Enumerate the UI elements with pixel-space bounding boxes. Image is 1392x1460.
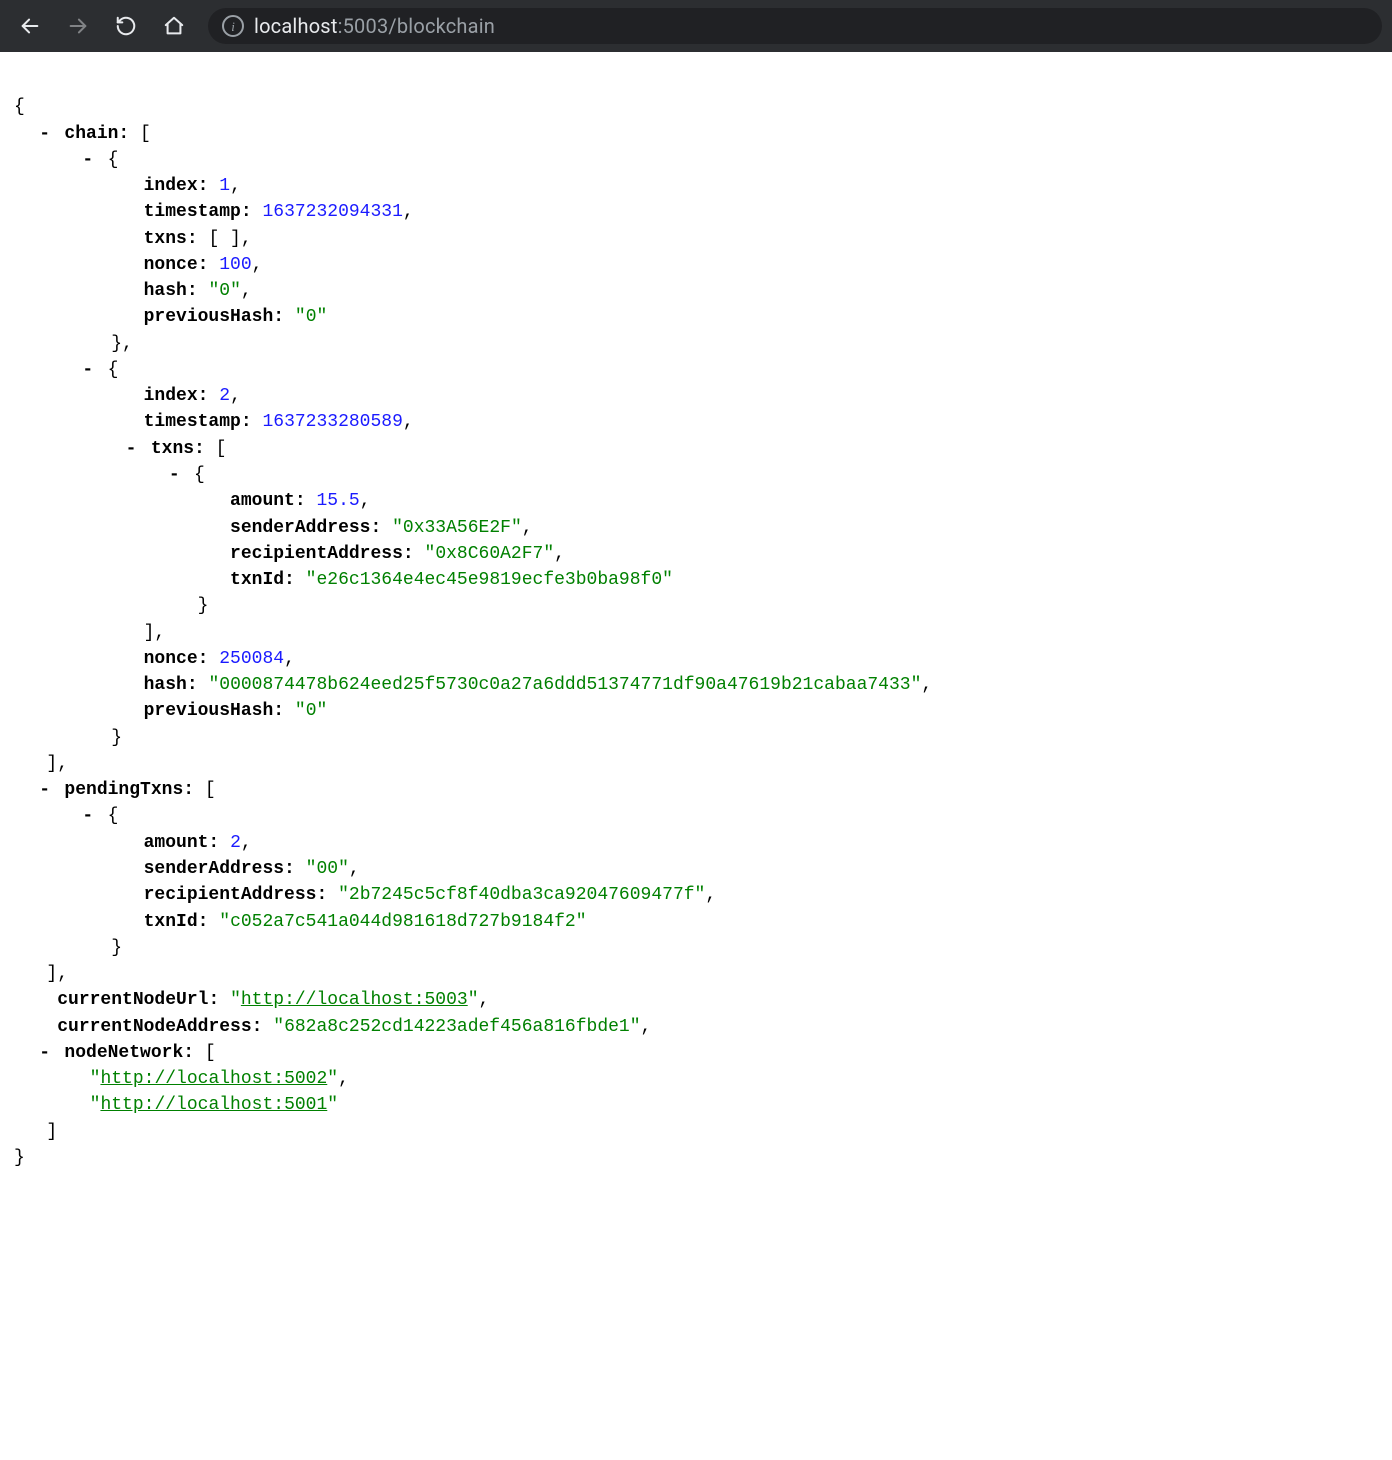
value-string: "http://localhost:5003" xyxy=(230,990,478,1010)
key-senderAddress: senderAddress: xyxy=(144,859,295,879)
forward-button[interactable] xyxy=(58,6,98,46)
collapse-toggle[interactable]: - xyxy=(79,803,97,829)
value-number: 15.5 xyxy=(316,491,359,511)
value-number: 1 xyxy=(219,176,230,196)
key-pendingTxns: pendingTxns: xyxy=(64,780,194,800)
value-number: 1637232094331 xyxy=(262,202,402,222)
key-nodeNetwork: nodeNetwork: xyxy=(64,1043,194,1063)
key-index: index: xyxy=(144,386,209,406)
key-txns: txns: xyxy=(144,229,198,249)
value-string: "0" xyxy=(295,701,327,721)
key-amount: amount: xyxy=(230,491,306,511)
key-currentNodeAddress: currentNodeAddress: xyxy=(57,1017,262,1037)
collapse-toggle[interactable]: - xyxy=(36,777,54,803)
json-viewer: { - chain: [ - { index: 1, timestamp: 16… xyxy=(0,52,1392,1211)
value-number: 1637233280589 xyxy=(262,412,402,432)
value-string: "2b7245c5cf8f40dba3ca92047609477f" xyxy=(338,885,705,905)
reload-icon xyxy=(115,15,137,37)
value-string: "0000874478b624eed25f5730c0a27a6ddd51374… xyxy=(208,675,921,695)
collapse-toggle[interactable]: - xyxy=(36,1040,54,1066)
key-currentNodeUrl: currentNodeUrl: xyxy=(57,990,219,1010)
key-recipientAddress: recipientAddress: xyxy=(144,885,328,905)
url-path: /blockchain xyxy=(388,14,495,38)
key-nonce: nonce: xyxy=(144,255,209,275)
url-host: localhost xyxy=(254,14,338,38)
key-amount: amount: xyxy=(144,833,220,853)
key-index: index: xyxy=(144,176,209,196)
home-icon xyxy=(163,15,185,37)
url-port: :5003 xyxy=(338,14,389,38)
brace-close: } xyxy=(14,1148,25,1168)
key-hash: hash: xyxy=(144,675,198,695)
key-hash: hash: xyxy=(144,281,198,301)
key-previousHash: previousHash: xyxy=(144,701,284,721)
key-txnId: txnId: xyxy=(144,912,209,932)
value-string: "0" xyxy=(208,281,240,301)
value-string: "http://localhost:5001" xyxy=(90,1095,338,1115)
value-number: 2 xyxy=(230,833,241,853)
key-txnId: txnId: xyxy=(230,570,295,590)
brace-open: { xyxy=(14,97,25,117)
link-url[interactable]: http://localhost:5002 xyxy=(100,1069,327,1089)
value-string: "http://localhost:5002" xyxy=(90,1069,338,1089)
key-senderAddress: senderAddress: xyxy=(230,518,381,538)
collapse-toggle[interactable]: - xyxy=(79,147,97,173)
back-button[interactable] xyxy=(10,6,50,46)
value-number: 100 xyxy=(219,255,251,275)
reload-button[interactable] xyxy=(106,6,146,46)
arrow-left-icon xyxy=(19,15,41,37)
collapse-toggle[interactable]: - xyxy=(36,121,54,147)
key-chain: chain: xyxy=(64,124,129,144)
link-url[interactable]: http://localhost:5001 xyxy=(100,1095,327,1115)
collapse-toggle[interactable]: - xyxy=(165,462,183,488)
value-string: "e26c1364e4ec45e9819ecfe3b0ba98f0" xyxy=(306,570,673,590)
value-string: "0" xyxy=(295,307,327,327)
key-timestamp: timestamp: xyxy=(144,412,252,432)
value-string: "0x33A56E2F" xyxy=(392,518,522,538)
value-number: 250084 xyxy=(219,649,284,669)
key-txns: txns: xyxy=(151,439,205,459)
value-string: "00" xyxy=(306,859,349,879)
link-url[interactable]: http://localhost:5003 xyxy=(241,990,468,1010)
value-string: "0x8C60A2F7" xyxy=(425,544,555,564)
home-button[interactable] xyxy=(154,6,194,46)
key-nonce: nonce: xyxy=(144,649,209,669)
browser-toolbar: i localhost:5003/blockchain xyxy=(0,0,1392,52)
key-timestamp: timestamp: xyxy=(144,202,252,222)
collapse-toggle[interactable]: - xyxy=(122,436,140,462)
arrow-right-icon xyxy=(67,15,89,37)
key-recipientAddress: recipientAddress: xyxy=(230,544,414,564)
value-number: 2 xyxy=(219,386,230,406)
collapse-toggle[interactable]: - xyxy=(79,357,97,383)
url-text: localhost:5003/blockchain xyxy=(254,14,495,38)
key-previousHash: previousHash: xyxy=(144,307,284,327)
value-string: "682a8c252cd14223adef456a816fbde1" xyxy=(273,1017,640,1037)
value-string: "c052a7c541a044d981618d727b9184f2" xyxy=(219,912,586,932)
address-bar[interactable]: i localhost:5003/blockchain xyxy=(208,8,1382,44)
site-info-icon[interactable]: i xyxy=(222,15,244,37)
